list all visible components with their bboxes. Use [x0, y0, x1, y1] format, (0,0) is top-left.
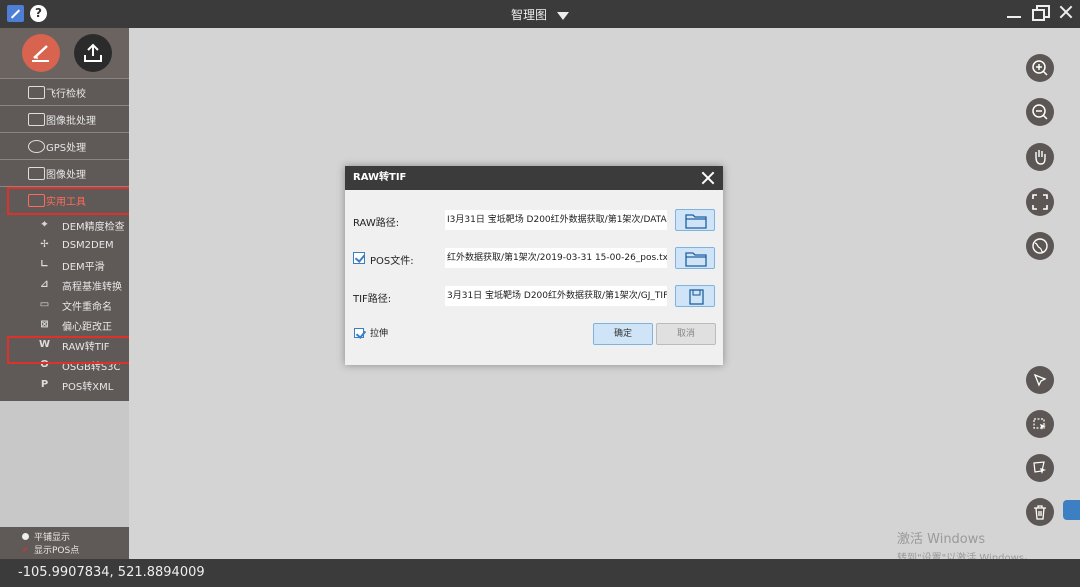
- image-icon: [28, 167, 45, 180]
- coordinate-readout: -105.9907834, 521.8894009: [18, 565, 205, 580]
- status-bar: -105.9907834, 521.8894009: [0, 559, 1080, 587]
- radio-icon[interactable]: [22, 533, 29, 540]
- close-window-icon[interactable]: [1058, 4, 1074, 20]
- menu-item-gps[interactable]: GPS处理: [0, 132, 129, 159]
- tif-path-row: TIF路径: 3月31日 宝坻靶场 D200红外数据获取/第1架次/GJ_TIF…: [345, 285, 723, 308]
- pos-p-icon: P: [40, 379, 49, 390]
- raw-path-row: RAW路径: I3月31日 宝坻靶场 D200红外数据获取/第1架次/DATA: [345, 209, 723, 232]
- window-title[interactable]: 智理图: [0, 6, 1080, 23]
- pos-file-input[interactable]: 红外数据获取/第1架次/2019-03-31 15-00-26_pos.txt: [445, 248, 667, 268]
- scan-button[interactable]: [22, 34, 60, 72]
- datum-icon: ⊿: [40, 279, 49, 290]
- stretch-checkbox[interactable]: [354, 328, 364, 338]
- trash-icon: [1034, 505, 1046, 520]
- tool-eccentric-correction[interactable]: ⊠ 偏心距改正: [0, 315, 129, 335]
- zoom-out-button[interactable]: [1026, 98, 1054, 126]
- tool-pos-to-xml[interactable]: P POS转XML: [0, 375, 129, 395]
- polygon-select-icon: [1033, 461, 1046, 474]
- cursor-icon: [1033, 373, 1047, 387]
- box-select-button[interactable]: [1026, 410, 1054, 438]
- pan-button[interactable]: [1026, 143, 1054, 171]
- raw-path-input[interactable]: I3月31日 宝坻靶场 D200红外数据获取/第1架次/DATA: [445, 210, 667, 230]
- raw-path-label: RAW路径:: [353, 218, 400, 229]
- tool-dsm2dem[interactable]: ✢ DSM2DEM: [0, 235, 129, 255]
- menu-item-image-processing[interactable]: 图像处理: [0, 159, 129, 186]
- dialog-title: RAW转TIF: [353, 172, 407, 183]
- folder-icon: [685, 214, 707, 229]
- pos-file-label: POS文件:: [370, 256, 414, 267]
- rename-icon: ▭: [39, 299, 50, 310]
- restore-icon[interactable]: [1032, 4, 1050, 21]
- cancel-button[interactable]: 取消: [656, 323, 716, 345]
- tool-list: ⌖ DEM精度检查 ✢ DSM2DEM ∟ DEM平滑 ⊿ 高程基准转换 ▭ 文件重命名 …: [0, 213, 129, 401]
- pos-browse-button[interactable]: [675, 247, 715, 269]
- highlight-raw-to-tif: [7, 336, 131, 364]
- upload-icon: [84, 43, 102, 62]
- save-icon: [689, 289, 704, 305]
- hand-icon: [1035, 150, 1046, 165]
- eccentric-icon: ⊠: [40, 319, 49, 330]
- tif-save-button[interactable]: [675, 285, 715, 307]
- tool-dem-smooth[interactable]: ∟ DEM平滑: [0, 255, 129, 275]
- zoom-out-icon: [1032, 104, 1048, 120]
- tif-path-label: TIF路径:: [353, 294, 392, 305]
- select-button[interactable]: [1026, 366, 1054, 394]
- checkmark-icon[interactable]: ✔: [22, 546, 29, 554]
- dem-check-icon: ⌖: [41, 219, 48, 230]
- delete-button[interactable]: [1026, 498, 1054, 526]
- menu-item-batch-image[interactable]: 图像批处理: [0, 105, 129, 132]
- zoom-in-icon: [1032, 60, 1048, 76]
- fullscreen-icon: [1032, 194, 1048, 210]
- box-select-icon: [1033, 418, 1046, 430]
- pos-file-checkbox[interactable]: [353, 252, 365, 264]
- tool-dem-check[interactable]: ⌖ DEM精度检查: [0, 215, 129, 235]
- satellite-icon: [28, 140, 45, 153]
- menu-item-flight-calibration[interactable]: 飞行检校: [0, 78, 129, 105]
- pos-file-row: POS文件: 红外数据获取/第1架次/2019-03-31 15-00-26_p…: [345, 247, 723, 270]
- globe-icon: [1032, 238, 1048, 254]
- title-bar: ? 智理图: [0, 0, 1080, 28]
- raw-to-tif-dialog: RAW转TIF RAW路径: I3月31日 宝坻靶场 D200红外数据获取/第1…: [345, 166, 723, 365]
- close-icon[interactable]: [701, 171, 715, 185]
- pen-icon: [32, 45, 49, 62]
- camera-icon: [28, 86, 45, 99]
- option-tile-display[interactable]: 平铺显示: [0, 530, 129, 543]
- full-extent-button[interactable]: [1026, 188, 1054, 216]
- tif-path-input[interactable]: 3月31日 宝坻靶场 D200红外数据获取/第1架次/GJ_TIFF: [445, 286, 667, 306]
- globe-button[interactable]: [1026, 232, 1054, 260]
- sidebar: 飞行检校 图像批处理 GPS处理 图像处理 实用工具 ⌖ DEM精度检查 ✢ DSM…: [0, 28, 129, 559]
- upload-button[interactable]: [74, 34, 112, 72]
- tool-file-rename[interactable]: ▭ 文件重命名: [0, 295, 129, 315]
- polygon-select-button[interactable]: [1026, 454, 1054, 482]
- dialog-title-bar: RAW转TIF: [345, 166, 723, 190]
- option-show-pos[interactable]: ✔ 显示POS点: [0, 543, 129, 557]
- stretch-label: 拉伸: [370, 329, 389, 339]
- smooth-icon: ∟: [40, 259, 49, 270]
- display-options: 平铺显示 ✔ 显示POS点: [0, 527, 129, 559]
- minimize-icon[interactable]: [1006, 4, 1022, 20]
- chevron-down-icon[interactable]: [557, 11, 569, 20]
- image-batch-icon: [28, 113, 45, 126]
- zoom-in-button[interactable]: [1026, 54, 1054, 82]
- ok-button[interactable]: 确定: [593, 323, 653, 345]
- tool-datum-convert[interactable]: ⊿ 高程基准转换: [0, 275, 129, 295]
- folder-icon: [685, 252, 707, 267]
- side-widget-icon[interactable]: [1063, 500, 1080, 520]
- dsm-icon: ✢: [40, 239, 49, 250]
- raw-browse-button[interactable]: [675, 209, 715, 231]
- highlight-utilities: [7, 187, 140, 215]
